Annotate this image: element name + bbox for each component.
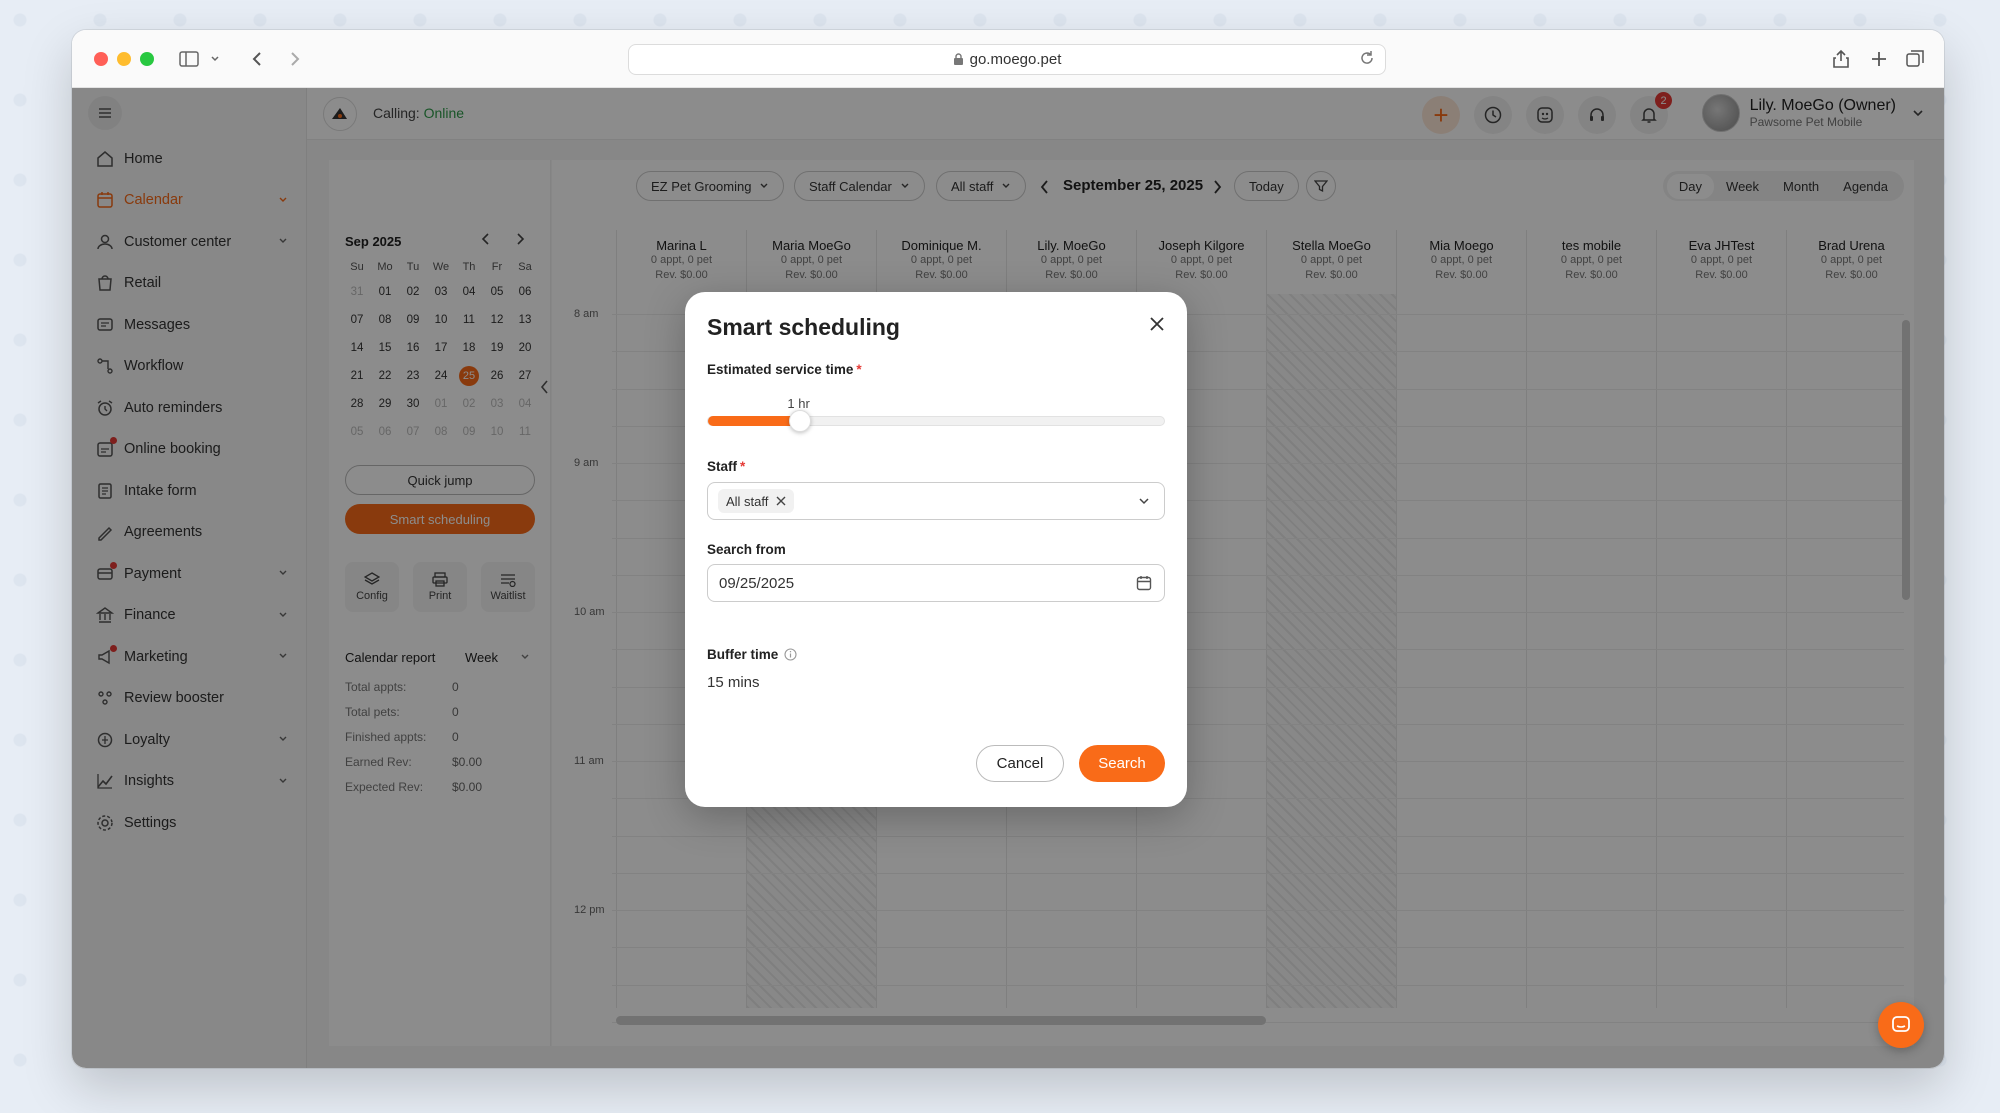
- staff-chip-label: All staff: [726, 493, 769, 509]
- buffer-time-label-text: Buffer time: [707, 647, 779, 662]
- zoom-window-button[interactable]: [140, 52, 154, 66]
- search-button[interactable]: Search: [1079, 745, 1165, 782]
- staff-select[interactable]: All staff: [707, 482, 1165, 520]
- close-icon[interactable]: [1149, 316, 1165, 337]
- window-controls: [94, 52, 154, 66]
- slider-fill: [708, 416, 800, 426]
- minimize-window-button[interactable]: [117, 52, 131, 66]
- service-time-label-text: Estimated service time: [707, 362, 854, 377]
- smart-scheduling-dialog: Smart scheduling Estimated service time *…: [685, 292, 1187, 807]
- sidebar-toggle-icon[interactable]: [176, 46, 202, 72]
- required-marker: *: [740, 459, 746, 474]
- calendar-icon[interactable]: [1136, 575, 1152, 595]
- required-marker: *: [856, 362, 862, 377]
- slider-handle[interactable]: [788, 410, 811, 432]
- search-from-date-field[interactable]: 09/25/2025: [707, 564, 1165, 602]
- info-icon[interactable]: [784, 648, 797, 661]
- reload-icon[interactable]: [1359, 50, 1375, 70]
- remove-chip-icon[interactable]: [776, 496, 786, 506]
- cancel-button[interactable]: Cancel: [976, 745, 1064, 782]
- address-bar[interactable]: go.moego.pet: [628, 44, 1386, 75]
- back-arrow-icon[interactable]: [244, 46, 270, 72]
- chevron-down-icon[interactable]: [202, 46, 228, 72]
- buffer-time-label: Buffer time: [707, 647, 797, 662]
- service-time-value: 1 hr: [787, 396, 810, 411]
- service-time-slider[interactable]: [707, 410, 1165, 432]
- chevron-down-icon: [1138, 494, 1150, 512]
- new-tab-icon[interactable]: [1866, 46, 1892, 72]
- forward-arrow-icon[interactable]: [282, 46, 308, 72]
- buffer-time-value: 15 mins: [707, 674, 760, 691]
- dialog-title: Smart scheduling: [707, 314, 900, 340]
- staff-label-text: Staff: [707, 459, 737, 474]
- share-icon[interactable]: [1828, 46, 1854, 72]
- close-window-button[interactable]: [94, 52, 108, 66]
- chat-icon: [1892, 1016, 1910, 1032]
- browser-toolbar: go.moego.pet: [72, 30, 1944, 88]
- service-time-label: Estimated service time *: [707, 362, 862, 377]
- staff-label: Staff *: [707, 459, 745, 474]
- chat-support-button[interactable]: [1878, 1002, 1924, 1048]
- tab-overview-icon[interactable]: [1902, 46, 1928, 72]
- staff-chip: All staff: [718, 489, 795, 513]
- lock-icon: [953, 53, 963, 65]
- search-from-label: Search from: [707, 542, 786, 557]
- search-from-value: 09/25/2025: [719, 574, 795, 592]
- url-text: go.moego.pet: [969, 51, 1062, 68]
